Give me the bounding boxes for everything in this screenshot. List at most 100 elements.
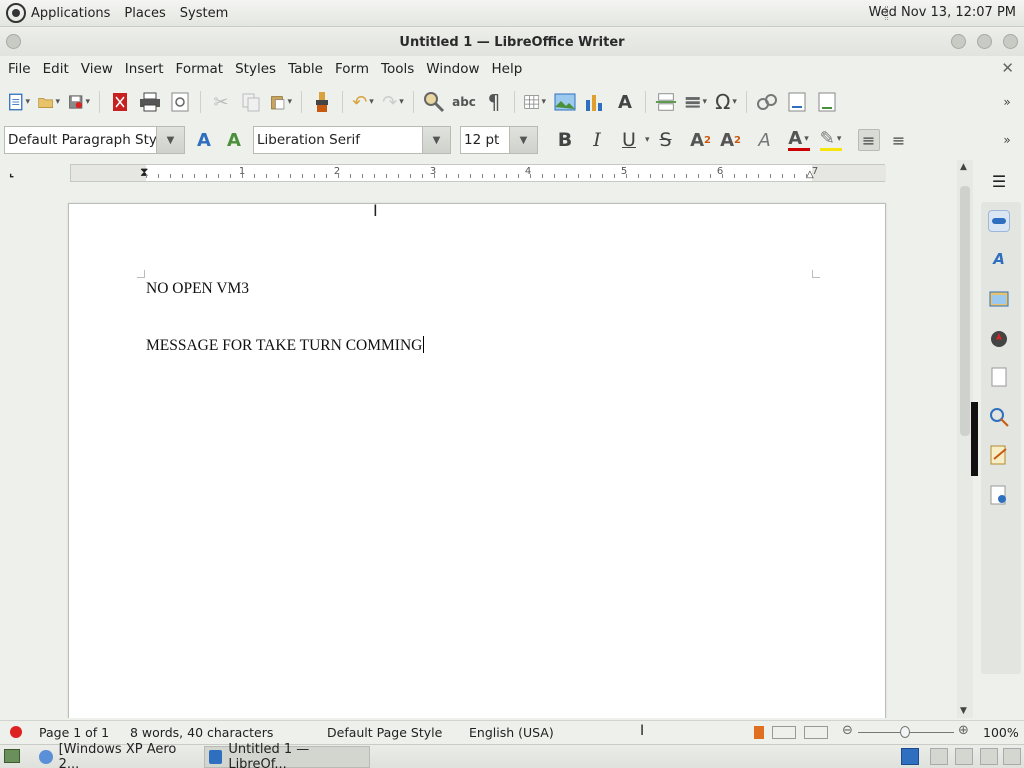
find-replace-icon[interactable]	[423, 91, 445, 113]
menu-edit[interactable]: Edit	[38, 61, 74, 77]
paragraph-1[interactable]: NO OPEN VM3	[146, 280, 249, 298]
page-style-status[interactable]: Default Page Style	[327, 725, 442, 740]
sidebar-menu-icon[interactable]: ☰	[988, 170, 1010, 192]
underline-button[interactable]: U	[616, 129, 642, 151]
clone-formatting-icon[interactable]	[311, 91, 333, 113]
subscript-icon[interactable]: A2	[720, 129, 742, 151]
scroll-up-icon[interactable]: ▲	[960, 162, 967, 172]
chevron-down-icon[interactable]: ▼	[509, 127, 537, 153]
workspace-4-icon[interactable]	[980, 748, 998, 765]
formatting-marks-icon[interactable]: ¶	[483, 90, 505, 114]
print-preview-icon[interactable]	[169, 91, 191, 113]
window-menu-button[interactable]	[6, 34, 21, 49]
menu-file[interactable]: File	[3, 61, 36, 77]
tab-stop-selector-icon[interactable]: ⌞	[9, 166, 14, 179]
close-document-icon[interactable]: ✕	[1001, 59, 1014, 77]
print-icon[interactable]	[139, 91, 161, 113]
left-indent-marker-icon[interactable]: ⧗	[140, 165, 148, 180]
document-page[interactable]: NO OPEN VM3 MESSAGE FOR TAKE TURN COMMIN…	[68, 203, 886, 718]
navigator-icon[interactable]	[988, 328, 1010, 350]
document-modified-icon[interactable]	[10, 726, 22, 738]
chevron-down-icon[interactable]: ▾	[645, 135, 650, 145]
trash-icon[interactable]	[1003, 748, 1021, 765]
toolbar-overflow-icon[interactable]: »	[996, 91, 1018, 113]
zoom-out-icon[interactable]: ⊖	[842, 723, 853, 738]
menu-format[interactable]: Format	[171, 61, 229, 77]
insert-page-break-icon[interactable]	[655, 91, 677, 113]
single-page-view-icon[interactable]	[754, 726, 764, 739]
close-window-button[interactable]	[1003, 34, 1018, 49]
book-view-icon[interactable]	[804, 726, 828, 739]
new-document-icon[interactable]	[8, 91, 30, 113]
paragraph-style-combo[interactable]: Default Paragraph Style ▼	[4, 126, 185, 154]
scrollbar-thumb[interactable]	[960, 186, 970, 436]
highlight-color-icon[interactable]: ✎	[819, 128, 842, 151]
properties-icon[interactable]	[988, 210, 1010, 232]
insert-endnote-icon[interactable]	[816, 91, 838, 113]
spelling-icon[interactable]: abc	[452, 91, 476, 113]
maximize-button[interactable]	[977, 34, 992, 49]
scroll-down-icon[interactable]: ▼	[960, 706, 967, 716]
insert-text-box-icon[interactable]: A	[614, 91, 636, 113]
horizontal-ruler[interactable]: 1 2 3 4 5 6 7 ⧗ △	[70, 164, 886, 182]
clock[interactable]: Wed Nov 13, 12:07 PM	[869, 5, 1016, 20]
insert-field-icon[interactable]	[685, 91, 707, 113]
insert-chart-icon[interactable]	[584, 91, 606, 113]
clear-formatting-icon[interactable]: A	[754, 129, 776, 151]
zoom-slider-handle[interactable]	[900, 726, 910, 738]
taskbar-item-writer[interactable]: Untitled 1 — LibreOf...	[204, 742, 370, 768]
new-style-icon[interactable]: A	[223, 129, 245, 151]
sidebar-collapse-handle[interactable]	[971, 402, 978, 476]
page-number-status[interactable]: Page 1 of 1	[39, 725, 109, 740]
toolbar-overflow-icon[interactable]: »	[996, 129, 1018, 151]
system-menu[interactable]: System	[180, 6, 228, 21]
show-desktop-icon[interactable]	[4, 749, 20, 763]
page-icon[interactable]	[988, 366, 1010, 388]
insert-image-icon[interactable]	[554, 91, 576, 113]
menu-styles[interactable]: Styles	[230, 61, 281, 77]
gallery-icon[interactable]	[988, 288, 1010, 310]
insert-footnote-icon[interactable]	[786, 91, 808, 113]
save-icon[interactable]	[68, 91, 90, 113]
applications-menu[interactable]: Applications	[31, 6, 110, 21]
window-titlebar[interactable]: Untitled 1 — LibreOffice Writer	[0, 28, 1024, 56]
align-center-icon[interactable]: ≡	[888, 129, 910, 151]
menu-insert[interactable]: Insert	[120, 61, 169, 77]
update-style-icon[interactable]: A	[193, 129, 215, 151]
selection-mode-icon[interactable]: I	[640, 723, 644, 739]
menu-help[interactable]: Help	[487, 61, 528, 77]
cut-icon[interactable]: ✂	[210, 91, 232, 113]
workspace-2-icon[interactable]	[930, 748, 948, 765]
taskbar-item-vm[interactable]: [Windows XP Aero 2...	[34, 742, 202, 768]
paste-icon[interactable]	[270, 91, 292, 113]
undo-icon[interactable]: ↶	[352, 91, 374, 113]
places-menu[interactable]: Places	[124, 6, 165, 21]
superscript-icon[interactable]: A2	[690, 129, 712, 151]
open-folder-icon[interactable]	[38, 91, 60, 113]
zoom-in-icon[interactable]: ⊕	[958, 723, 969, 738]
workspace-3-icon[interactable]	[955, 748, 973, 765]
insert-hyperlink-icon[interactable]	[756, 91, 778, 113]
align-left-icon[interactable]: ≡	[857, 129, 880, 151]
menu-table[interactable]: Table	[283, 61, 328, 77]
styles-icon[interactable]: A	[988, 248, 1010, 270]
menu-form[interactable]: Form	[330, 61, 374, 77]
menu-view[interactable]: View	[76, 61, 118, 77]
copy-icon[interactable]	[240, 91, 262, 113]
italic-button[interactable]: I	[584, 129, 610, 151]
font-name-combo[interactable]: Liberation Serif ▼	[253, 126, 451, 154]
workspace-1-icon[interactable]	[901, 748, 919, 765]
document-area[interactable]: NO OPEN VM3 MESSAGE FOR TAKE TURN COMMIN…	[0, 186, 957, 718]
special-character-icon[interactable]: Ω	[715, 90, 737, 114]
font-size-combo[interactable]: 12 pt ▼	[460, 126, 538, 154]
strikethrough-button[interactable]: S	[653, 129, 679, 151]
minimize-button[interactable]	[951, 34, 966, 49]
font-color-icon[interactable]: A	[787, 128, 810, 151]
menu-window[interactable]: Window	[421, 61, 484, 77]
style-inspector-icon[interactable]	[988, 406, 1010, 428]
word-count-status[interactable]: 8 words, 40 characters	[130, 725, 273, 740]
design-icon[interactable]	[988, 484, 1010, 506]
zoom-level[interactable]: 100%	[983, 725, 1019, 740]
right-indent-marker-icon[interactable]: △	[806, 169, 814, 180]
gnome-foot-icon[interactable]	[6, 3, 26, 23]
